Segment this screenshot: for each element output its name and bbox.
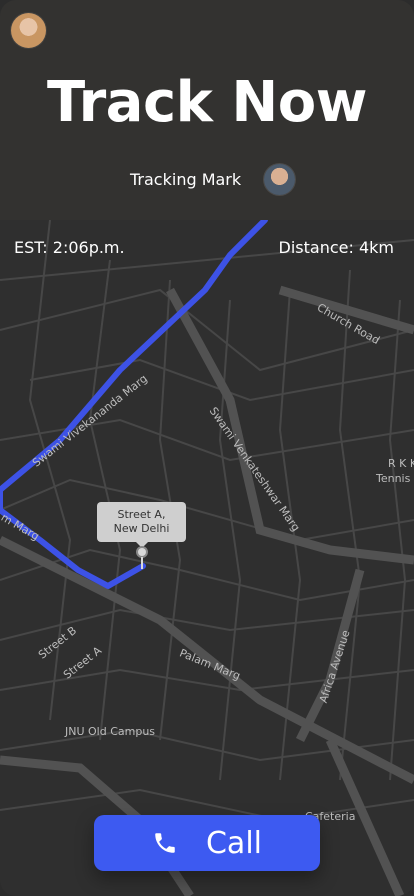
map-view[interactable]: Swami Vivekananda Marg Swami Venkateshwa… [0, 220, 414, 896]
street-label: JNU Old Campus [65, 725, 156, 738]
location-pin-label: Street A, New Delhi [97, 502, 186, 548]
tracking-row: Tracking Mark [0, 163, 414, 197]
phone-icon [155, 833, 175, 853]
pin-label-line1: Street A, [117, 508, 166, 521]
tracked-person-avatar[interactable] [264, 164, 295, 195]
tracking-label: Tracking Mark [130, 170, 242, 189]
call-button-label: Call [205, 825, 262, 861]
pin-label-line2: New Delhi [113, 522, 170, 535]
street-label: Tennis [376, 472, 411, 485]
distance-text: Distance: 4km [278, 238, 394, 257]
app-screen: Track Now Tracking Mark Swami Vivekanand… [0, 0, 414, 896]
street-label: R K K [388, 457, 414, 470]
user-avatar[interactable] [11, 13, 46, 48]
page-title: Track Now [47, 70, 367, 135]
location-pin-stem [141, 557, 143, 569]
call-button[interactable]: Call [94, 815, 320, 871]
eta-text: EST: 2:06p.m. [14, 238, 125, 257]
